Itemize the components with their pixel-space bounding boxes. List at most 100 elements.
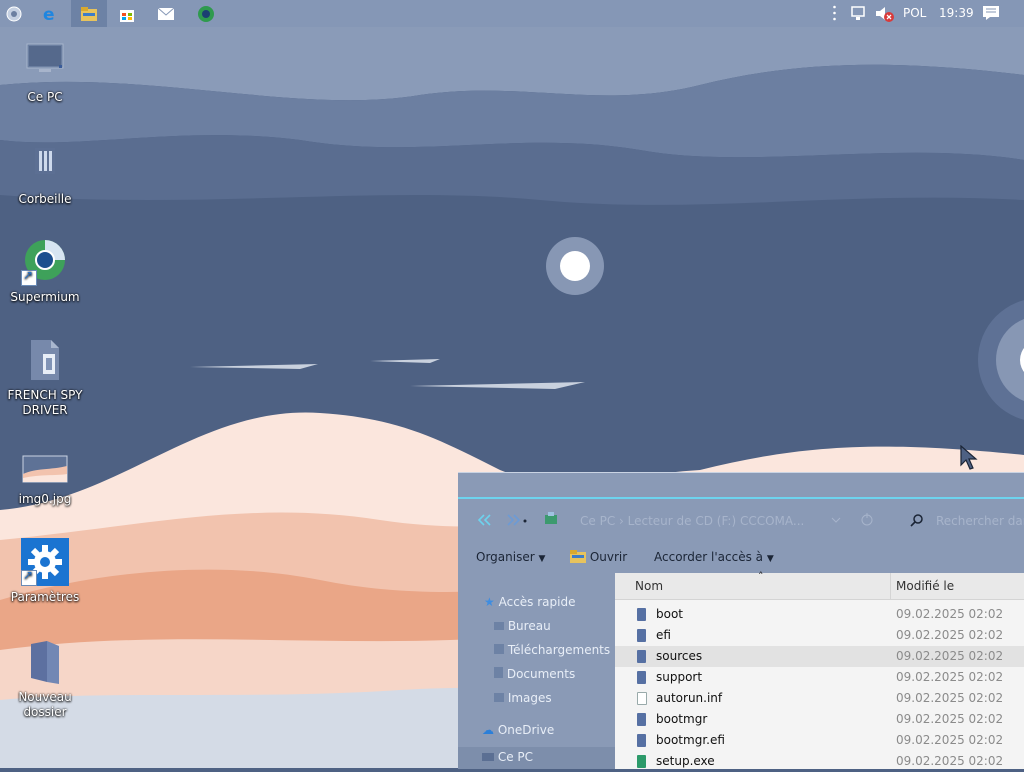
- forward-arrow-icon[interactable]: [506, 513, 528, 530]
- open-folder-icon: [570, 550, 586, 563]
- nav-onedrive[interactable]: ☁ OneDrive: [482, 723, 554, 737]
- file-name: support: [656, 670, 703, 684]
- desktop-icon-label: Corbeille: [18, 192, 72, 206]
- desktop-icon-parametres[interactable]: Paramètres: [0, 538, 90, 605]
- notification-center-icon[interactable]: [982, 5, 1000, 24]
- sort-indicator-icon: ˄: [758, 570, 764, 583]
- settings-icon: [21, 538, 69, 586]
- file-modified-date: 09.02.2025 02:02: [896, 670, 1004, 684]
- start-orb-icon[interactable]: [4, 4, 24, 24]
- open-label: Ouvrir: [589, 550, 628, 564]
- file-explorer-icon[interactable]: [71, 0, 107, 27]
- column-header-modified[interactable]: Modifié le: [896, 579, 954, 593]
- refresh-icon[interactable]: [860, 513, 874, 530]
- dropdown-chevron-icon[interactable]: [830, 514, 842, 529]
- drive-location-icon: [544, 511, 558, 528]
- file-row[interactable]: bootmgr 09.02.2025 02:02: [615, 709, 1024, 730]
- desktop-icon-corbeille[interactable]: Corbeille: [0, 140, 90, 207]
- file-modified-date: 09.02.2025 02:02: [896, 733, 1004, 747]
- file-modified-date: 09.02.2025 02:02: [896, 628, 1004, 642]
- folder-icon: [637, 671, 646, 684]
- file-icon: [637, 692, 647, 705]
- file-modified-date: 09.02.2025 02:02: [896, 607, 1004, 621]
- supermium-browser-icon: [21, 238, 69, 286]
- nav-bureau[interactable]: Bureau: [494, 619, 551, 633]
- downloads-folder-icon: [494, 644, 504, 654]
- recycle-bin-icon: [21, 140, 69, 188]
- clock[interactable]: 19:39: [939, 6, 974, 20]
- file-name: bootmgr.efi: [656, 733, 725, 747]
- mouse-cursor-icon: [960, 444, 980, 474]
- file-modified-date: 09.02.2025 02:02: [896, 649, 1004, 663]
- file-icon: [637, 734, 646, 747]
- file-row[interactable]: efi 09.02.2025 02:02: [615, 625, 1024, 646]
- navigation-pane: ★ Accès rapide Bureau Téléchargements Do…: [458, 573, 615, 769]
- organize-button[interactable]: Organiser ▼: [476, 550, 545, 564]
- address-path[interactable]: Ce PC › Lecteur de CD (F:) CCCOMA...: [580, 514, 804, 528]
- desktop-icon-label: Supermium: [10, 290, 80, 304]
- nav-label: Documents: [506, 667, 576, 681]
- overflow-dots-icon[interactable]: [833, 4, 836, 22]
- nav-images[interactable]: Images: [494, 691, 552, 705]
- desktop-icon-label: Ce PC: [27, 90, 63, 104]
- desktop-icon-label: Paramètres: [10, 590, 80, 604]
- mail-icon[interactable]: [156, 4, 176, 24]
- supermium-icon[interactable]: [196, 4, 216, 24]
- file-icon: [637, 713, 646, 726]
- file-name: autorun.inf: [656, 691, 723, 705]
- nav-documents[interactable]: Documents: [494, 667, 575, 681]
- file-list: Nom ˄ Modifié le boot 09.02.2025 02:02 efi…: [615, 570, 1024, 772]
- pictures-folder-icon: [494, 693, 504, 702]
- desktop-folder-icon: [494, 622, 504, 630]
- store-icon[interactable]: [117, 4, 137, 24]
- file-row[interactable]: setup.exe 09.02.2025 02:02: [615, 751, 1024, 772]
- caret-down-icon: ▼: [766, 554, 774, 564]
- edge-icon[interactable]: e: [40, 4, 60, 24]
- desktop-icon-ce-pc[interactable]: Ce PC: [0, 38, 90, 105]
- desktop-icon-nouveau-dossier[interactable]: Nouveau dossier: [0, 638, 90, 720]
- desktop-icon-supermium[interactable]: Supermium: [0, 238, 90, 305]
- file-explorer-window[interactable]: Ce PC › Lecteur de CD (F:) CCCOMA... Rec…: [458, 472, 1024, 769]
- column-header-name[interactable]: Nom: [635, 579, 663, 593]
- share-label: Accorder l'accès à: [654, 550, 763, 564]
- file-list-header: Nom ˄ Modifié le: [615, 570, 1024, 600]
- network-icon[interactable]: [851, 6, 869, 24]
- cloud-icon: ☁: [482, 723, 494, 737]
- file-row[interactable]: support 09.02.2025 02:02: [615, 667, 1024, 688]
- language-indicator[interactable]: POL: [903, 6, 926, 20]
- desktop-icon-french-spy-driver[interactable]: FRENCH SPY DRIVER: [0, 336, 90, 418]
- file-row[interactable]: boot 09.02.2025 02:02: [615, 604, 1024, 625]
- desktop-icon-label: img0.jpg: [18, 492, 72, 506]
- nav-ce-pc-row[interactable]: Ce PC: [458, 747, 615, 769]
- address-bar-row: Ce PC › Lecteur de CD (F:) CCCOMA... Rec…: [458, 503, 1024, 539]
- search-input[interactable]: Rechercher dans...: [936, 514, 1024, 528]
- nav-telechargements[interactable]: Téléchargements: [494, 643, 610, 657]
- folder-icon: [21, 638, 69, 686]
- column-divider[interactable]: [890, 573, 891, 599]
- documents-folder-icon: [494, 667, 503, 678]
- file-row[interactable]: autorun.inf 09.02.2025 02:02: [615, 688, 1024, 709]
- desktop-icon-label: Nouveau dossier: [18, 690, 72, 719]
- computer-icon: [21, 38, 69, 86]
- open-button[interactable]: Ouvrir: [570, 550, 627, 564]
- search-icon[interactable]: [910, 513, 924, 530]
- nav-label: Accès rapide: [498, 595, 576, 609]
- volume-muted-icon[interactable]: [875, 5, 895, 26]
- file-name: boot: [656, 607, 684, 621]
- back-arrow-icon[interactable]: [476, 513, 492, 530]
- file-name: efi: [656, 628, 671, 642]
- folder-icon: [637, 608, 646, 621]
- file-name: sources: [656, 649, 703, 663]
- file-row[interactable]: sources 09.02.2025 02:02: [615, 646, 1024, 667]
- taskbar: e POL 19:39: [0, 0, 1024, 27]
- organize-label: Organiser: [476, 550, 535, 564]
- exe-file-icon: [637, 755, 646, 768]
- file-row[interactable]: bootmgr.efi 09.02.2025 02:02: [615, 730, 1024, 751]
- window-accent-line: [458, 497, 1024, 499]
- file-name: setup.exe: [656, 754, 715, 768]
- nav-quick-access[interactable]: ★ Accès rapide: [484, 595, 575, 609]
- desktop-icon-img0-jpg[interactable]: img0.jpg: [0, 448, 90, 507]
- share-access-button[interactable]: Accorder l'accès à ▼: [654, 550, 774, 564]
- star-icon: ★: [484, 595, 495, 609]
- svg-text:e: e: [43, 5, 55, 23]
